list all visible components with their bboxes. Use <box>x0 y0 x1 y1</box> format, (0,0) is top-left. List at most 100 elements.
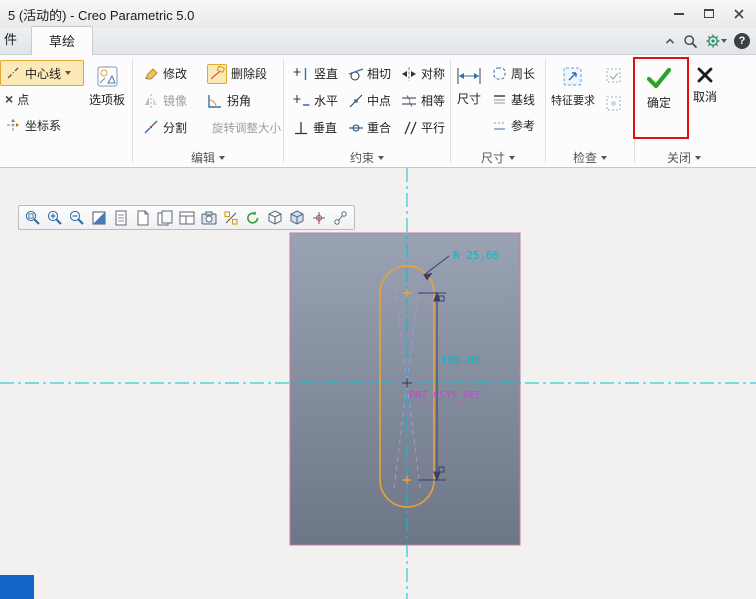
delete-segment-button[interactable]: 删除段 <box>202 61 286 87</box>
shaded-view-button[interactable] <box>286 207 307 228</box>
collapse-ribbon-button[interactable] <box>664 32 676 50</box>
radius-dimension-value[interactable]: R 25.66 <box>453 249 499 262</box>
coordinate-system-button[interactable]: 坐标系 <box>0 112 84 138</box>
coincident-constraint-icon <box>348 120 363 136</box>
group-label-edit[interactable]: 编辑 <box>133 148 283 167</box>
image-capture-button[interactable] <box>198 207 219 228</box>
equal-constraint-icon <box>401 93 417 109</box>
parallel-constraint-label: 平行 <box>421 119 445 136</box>
inspect-shade-button[interactable] <box>600 90 627 116</box>
selection-filter-button[interactable] <box>330 207 351 228</box>
update-button[interactable] <box>242 207 263 228</box>
group-label-dimension[interactable]: 尺寸 <box>451 148 545 167</box>
midpoint-constraint-label: 中点 <box>367 92 391 109</box>
coincident-constraint-label: 重合 <box>367 119 391 136</box>
dimension-icon <box>456 65 482 87</box>
tangent-constraint-label: 相切 <box>367 65 391 82</box>
parallel-constraint-button[interactable]: 平行 <box>396 115 452 141</box>
corner-button[interactable]: 拐角 <box>202 88 286 114</box>
camera-icon <box>200 209 218 227</box>
spin-center-button[interactable] <box>308 207 329 228</box>
divide-button[interactable]: 分割 <box>138 115 202 141</box>
inspect-overlap-icon <box>605 67 622 84</box>
horizontal-constraint-icon <box>293 93 310 109</box>
zoom-in-icon <box>46 209 64 227</box>
display-style-icon <box>112 209 130 227</box>
datum-display-icon <box>134 209 152 227</box>
graphics-toolbar <box>18 205 355 230</box>
repaint-icon <box>90 209 108 227</box>
midpoint-constraint-button[interactable]: 中点 <box>343 88 396 114</box>
zoom-out-button[interactable] <box>66 207 87 228</box>
centerline-button[interactable]: 中心线 <box>0 60 84 86</box>
coordinate-system-label: 坐标系 <box>25 117 61 134</box>
titlebar: 5 (活动的) - Creo Parametric 5.0 <box>0 0 756 28</box>
tab-file[interactable]: 件 <box>0 29 23 54</box>
ok-label: 确定 <box>647 94 671 111</box>
equal-constraint-button[interactable]: 相等 <box>396 88 452 114</box>
minimize-button[interactable] <box>664 3 694 24</box>
dimension-button[interactable]: 尺寸 <box>451 60 487 148</box>
maximize-icon <box>704 9 714 18</box>
sketch-scene: R 25.66 180.00 PRT_CSYS_DEF <box>0 168 756 599</box>
scale-display-button[interactable] <box>220 207 241 228</box>
feature-requirements-button[interactable]: 特征要求 <box>546 60 600 148</box>
centerline-dropdown-icon[interactable] <box>65 71 71 75</box>
coincident-constraint-button[interactable]: 重合 <box>343 115 396 141</box>
palette-label: 选项板 <box>89 91 125 108</box>
palette-button[interactable]: 选项板 <box>84 60 130 148</box>
zoom-in-button[interactable] <box>44 207 65 228</box>
baseline-button[interactable]: 基线 <box>487 86 540 112</box>
modify-label: 修改 <box>163 65 187 82</box>
perimeter-icon <box>492 66 507 81</box>
view-manager-button[interactable] <box>176 207 197 228</box>
annotation-display-button[interactable] <box>154 207 175 228</box>
group-label-close[interactable]: 关闭 <box>635 148 733 167</box>
group-constrain: 竖直 相切 对称 水平 中点 <box>284 55 450 167</box>
height-dimension-value[interactable]: 180.00 <box>441 354 481 367</box>
modify-button[interactable]: 修改 <box>138 61 202 87</box>
cancel-button[interactable]: 取消 <box>683 60 727 148</box>
ok-check-icon <box>644 65 674 91</box>
ok-button[interactable]: 确定 <box>635 60 683 148</box>
mirror-button[interactable]: 镜像 <box>138 88 202 114</box>
display-style-button[interactable] <box>110 207 131 228</box>
feature-requirements-label: 特征要求 <box>551 92 595 108</box>
horizontal-constraint-button[interactable]: 水平 <box>288 88 343 114</box>
corner-icon <box>207 93 223 109</box>
repaint-button[interactable] <box>88 207 109 228</box>
standard-orientation-button[interactable] <box>264 207 285 228</box>
tangent-constraint-button[interactable]: 相切 <box>343 61 396 87</box>
rotate-resize-button[interactable]: 旋转调整大小 <box>202 115 286 141</box>
close-window-button[interactable] <box>724 3 754 24</box>
group-sketching: 中心线 × 点 坐标系 选项板 <box>0 55 132 167</box>
group-label-constrain[interactable]: 约束 <box>284 148 450 167</box>
graphics-area[interactable]: R 25.66 180.00 PRT_CSYS_DEF <box>0 168 756 599</box>
mirror-icon <box>143 93 159 109</box>
zoom-window-button[interactable] <box>22 207 43 228</box>
reference-label: 参考 <box>511 117 535 134</box>
vertical-constraint-button[interactable]: 竖直 <box>288 61 343 87</box>
csys-label[interactable]: PRT_CSYS_DEF <box>409 390 481 401</box>
ribbon: 中心线 × 点 坐标系 选项板 <box>0 55 756 168</box>
group-label-inspect[interactable]: 检查 <box>546 148 634 167</box>
zoom-out-icon <box>68 209 86 227</box>
dimension-button-label: 尺寸 <box>457 90 481 107</box>
maximize-button[interactable] <box>694 3 724 24</box>
inspect-overlap-button[interactable] <box>600 62 627 88</box>
point-button[interactable]: × 点 <box>0 86 84 112</box>
vertical-constraint-label: 竖直 <box>314 65 338 82</box>
help-button[interactable]: ? <box>734 32 750 50</box>
sketch-plane[interactable] <box>290 233 520 545</box>
horizontal-constraint-label: 水平 <box>314 92 338 109</box>
reference-button[interactable]: 参考 <box>487 112 540 138</box>
tab-sketch[interactable]: 草绘 <box>31 26 93 55</box>
ribbon-tab-bar: 件 草绘 ? <box>0 28 756 55</box>
refresh-icon <box>244 209 262 227</box>
settings-menu-button[interactable] <box>705 32 727 50</box>
search-button[interactable] <box>683 32 698 50</box>
symmetric-constraint-button[interactable]: 对称 <box>396 61 452 87</box>
datum-display-button[interactable] <box>132 207 153 228</box>
perimeter-button[interactable]: 周长 <box>487 60 540 86</box>
perpendicular-constraint-button[interactable]: 垂直 <box>288 115 343 141</box>
